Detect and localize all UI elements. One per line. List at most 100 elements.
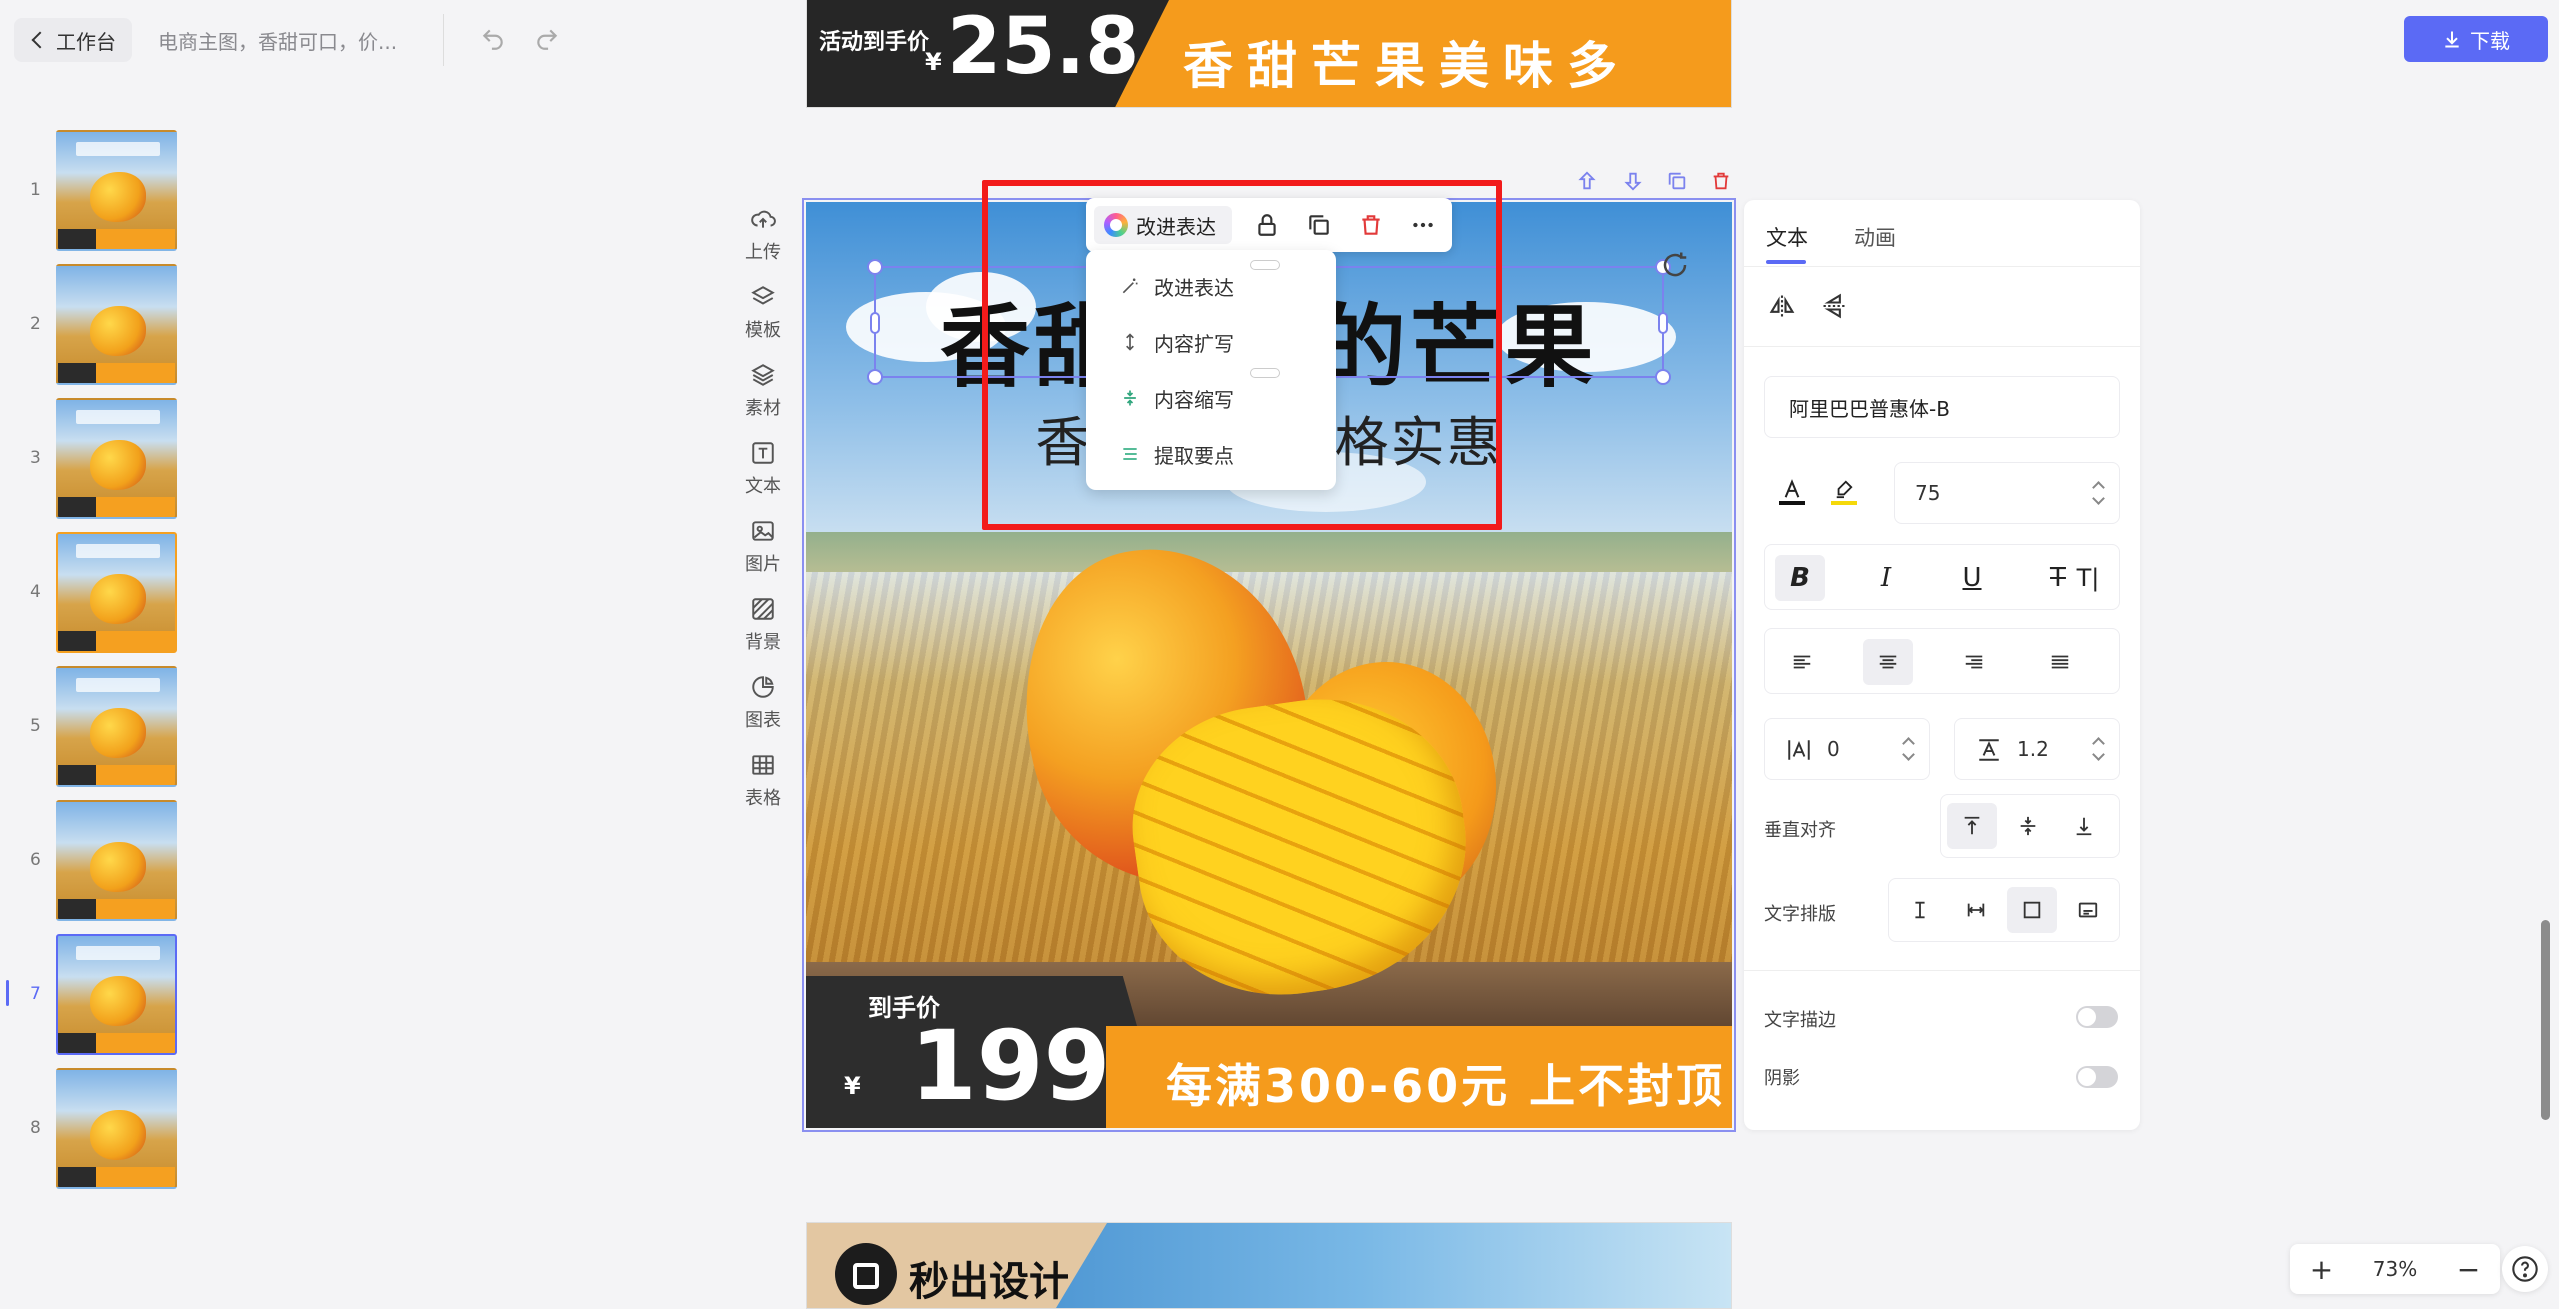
table-icon xyxy=(752,755,774,775)
stepper-icon[interactable] xyxy=(2093,479,2105,507)
trash-icon[interactable] xyxy=(1358,212,1384,238)
tool-template[interactable]: 模板 xyxy=(730,284,796,354)
page-preview xyxy=(56,666,177,787)
stepper-icon[interactable] xyxy=(2093,735,2105,763)
resize-handle[interactable] xyxy=(870,312,880,334)
auto-width-icon[interactable] xyxy=(1951,887,2001,933)
flip-horizontal-icon[interactable] xyxy=(1768,292,1796,320)
italic-button[interactable]: I xyxy=(1861,555,1911,601)
prev-slogan: 香甜芒果美味多 xyxy=(1183,37,1631,95)
resize-handle[interactable] xyxy=(1655,369,1671,385)
undo-icon[interactable] xyxy=(480,26,506,52)
page-preview xyxy=(56,532,177,653)
expand-vertical-icon xyxy=(1126,333,1134,351)
page-preview xyxy=(56,934,177,1055)
page-thumbnail-7[interactable]: 7 xyxy=(0,932,190,1056)
tab-text[interactable]: 文本 xyxy=(1766,222,1808,252)
menu-item-improve[interactable]: 改进表达 xyxy=(1086,258,1336,314)
line-height-input[interactable]: 1.2 xyxy=(1954,718,2120,780)
align-right-icon[interactable] xyxy=(1949,639,1999,685)
stepper-icon[interactable] xyxy=(1903,735,1915,763)
align-middle-icon[interactable] xyxy=(2003,803,2053,849)
align-left-icon[interactable] xyxy=(1777,639,1827,685)
tool-label: 文本 xyxy=(745,476,781,497)
move-down-icon[interactable] xyxy=(1622,170,1644,192)
delete-page-icon[interactable] xyxy=(1710,170,1732,192)
page-number: 6 xyxy=(30,850,41,870)
tool-label: 素材 xyxy=(745,398,781,419)
align-justify-icon[interactable] xyxy=(2035,639,2085,685)
tool-upload[interactable]: 上传 xyxy=(730,206,796,276)
page-number: 3 xyxy=(30,448,41,468)
page-thumbnail-3[interactable]: 3 xyxy=(0,396,190,520)
align-bottom-icon[interactable] xyxy=(2059,803,2109,849)
bold-button[interactable]: B xyxy=(1775,555,1825,601)
previous-page-canvas[interactable]: 活动到手价 ¥ 25.8 香甜芒果美味多 xyxy=(806,0,1732,108)
document-title[interactable]: 电商主图，香甜可口，价... xyxy=(158,26,397,55)
zoom-out-icon[interactable]: − xyxy=(2457,1253,2480,1286)
help-button[interactable] xyxy=(2502,1246,2548,1292)
page-number: 2 xyxy=(30,314,41,334)
letter-spacing-input[interactable]: 0 xyxy=(1764,718,1930,780)
more-icon[interactable] xyxy=(1410,212,1436,238)
duplicate-page-icon[interactable] xyxy=(1666,170,1688,192)
page-number: 8 xyxy=(30,1118,41,1138)
tool-material[interactable]: 素材 xyxy=(730,362,796,432)
page-preview xyxy=(56,398,177,519)
page-preview xyxy=(56,130,177,251)
page-thumbnail-2[interactable]: 2 xyxy=(0,262,190,386)
align-top-icon[interactable] xyxy=(1947,803,1997,849)
text-color-button[interactable] xyxy=(1770,470,1814,514)
line-height-value: 1.2 xyxy=(2017,737,2049,761)
text-case-button[interactable]: T| xyxy=(2063,555,2113,601)
vertical-scroll-thumb[interactable] xyxy=(2541,920,2550,1120)
back-to-workspace-button[interactable]: 工作台 xyxy=(14,18,132,62)
tool-text[interactable]: 文本 xyxy=(730,440,796,510)
page-thumbnail-4[interactable]: 4 xyxy=(0,530,190,654)
move-up-icon[interactable] xyxy=(1576,170,1598,192)
flip-vertical-icon[interactable] xyxy=(1820,292,1848,320)
zoom-level[interactable]: 73% xyxy=(2373,1257,2417,1281)
page-thumbnail-8[interactable]: 8 xyxy=(0,1066,190,1190)
redo-icon[interactable] xyxy=(534,26,560,52)
layers-icon xyxy=(751,286,775,305)
horizontal-scrollbar[interactable] xyxy=(0,1290,2530,1300)
page-thumbnail-6[interactable]: 6 xyxy=(0,798,190,922)
tab-animation[interactable]: 动画 xyxy=(1854,222,1896,252)
line-height-icon xyxy=(1979,739,1999,761)
resize-handle[interactable] xyxy=(1658,312,1668,334)
tool-label: 表格 xyxy=(745,788,781,809)
text-frame-icon[interactable] xyxy=(2063,887,2113,933)
ai-improve-button[interactable]: 改进表达 xyxy=(1094,206,1232,244)
fixed-box-icon[interactable] xyxy=(2007,887,2057,933)
underline-button[interactable]: U xyxy=(1947,555,1997,601)
text-layout-group xyxy=(1888,878,2120,942)
menu-item-shorten[interactable]: 内容缩写 xyxy=(1086,370,1336,426)
resize-handle[interactable] xyxy=(867,369,883,385)
download-button[interactable]: 下载 xyxy=(2404,16,2548,62)
tool-background[interactable]: 背景 xyxy=(730,596,796,666)
menu-item-label: 内容缩写 xyxy=(1154,387,1234,412)
font-family-select[interactable]: 阿里巴巴普惠体-B xyxy=(1764,376,2120,438)
lock-icon[interactable] xyxy=(1254,212,1280,238)
rotate-icon[interactable] xyxy=(1660,250,1690,280)
divider xyxy=(443,14,444,66)
menu-item-key-points[interactable]: 提取要点 xyxy=(1086,426,1336,482)
page-thumbnail-5[interactable]: 5 xyxy=(0,664,190,788)
highlight-color-button[interactable] xyxy=(1822,470,1866,514)
resize-handle[interactable] xyxy=(867,259,883,275)
divider xyxy=(1744,346,2140,347)
text-stroke-toggle[interactable] xyxy=(2076,1006,2118,1028)
font-size-input[interactable]: 75 xyxy=(1894,462,2120,524)
tool-chart[interactable]: 图表 xyxy=(730,674,796,744)
page-thumbnail-1[interactable]: 1 xyxy=(0,128,190,252)
fixed-width-icon[interactable] xyxy=(1895,887,1945,933)
tool-image[interactable]: 图片 xyxy=(730,518,796,588)
align-center-icon[interactable] xyxy=(1863,639,1913,685)
floating-toolbar: 改进表达 xyxy=(1086,198,1452,252)
copy-icon[interactable] xyxy=(1306,212,1332,238)
menu-item-expand[interactable]: 内容扩写 xyxy=(1086,314,1336,370)
zoom-in-icon[interactable]: + xyxy=(2310,1253,2333,1286)
shadow-toggle[interactable] xyxy=(2076,1066,2118,1088)
tool-table[interactable]: 表格 xyxy=(730,752,796,822)
